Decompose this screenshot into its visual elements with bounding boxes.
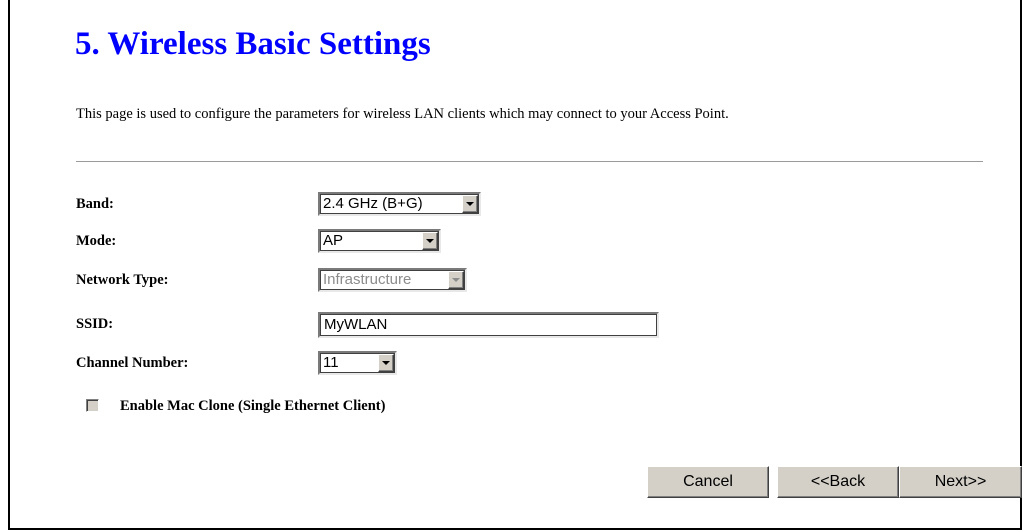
back-button[interactable]: <<Back <box>777 466 899 498</box>
mode-select-value: AP <box>323 232 344 249</box>
chevron-down-icon[interactable] <box>378 354 394 372</box>
page-title: 5. Wireless Basic Settings <box>75 26 431 62</box>
ssid-label: SSID: <box>76 316 114 332</box>
band-select-value: 2.4 GHz (B+G) <box>323 195 423 212</box>
next-button[interactable]: Next>> <box>899 466 1022 498</box>
channel-number-select-value: 11 <box>323 354 339 371</box>
network-type-select: Infrastructure <box>318 268 467 292</box>
mac-clone-label: Enable Mac Clone (Single Ethernet Client… <box>120 398 386 414</box>
network-type-select-value: Infrastructure <box>323 271 412 288</box>
divider <box>76 161 983 163</box>
mode-select[interactable]: AP <box>318 229 441 253</box>
channel-number-select[interactable]: 11 <box>318 351 397 375</box>
chevron-down-icon[interactable] <box>422 232 438 250</box>
band-label: Band: <box>76 196 114 212</box>
cancel-button[interactable]: Cancel <box>647 466 769 498</box>
ssid-input[interactable]: MyWLAN <box>318 312 659 338</box>
page-frame: 5. Wireless Basic Settings This page is … <box>8 0 1022 530</box>
network-type-label: Network Type: <box>76 272 169 288</box>
chevron-down-icon[interactable] <box>462 195 478 213</box>
mac-clone-checkbox[interactable] <box>86 399 99 412</box>
band-select[interactable]: 2.4 GHz (B+G) <box>318 192 481 216</box>
page-description: This page is used to configure the param… <box>76 106 729 122</box>
channel-number-label: Channel Number: <box>76 355 189 371</box>
ssid-input-value: MyWLAN <box>324 316 388 333</box>
mode-label: Mode: <box>76 233 117 249</box>
chevron-down-icon <box>448 271 464 289</box>
